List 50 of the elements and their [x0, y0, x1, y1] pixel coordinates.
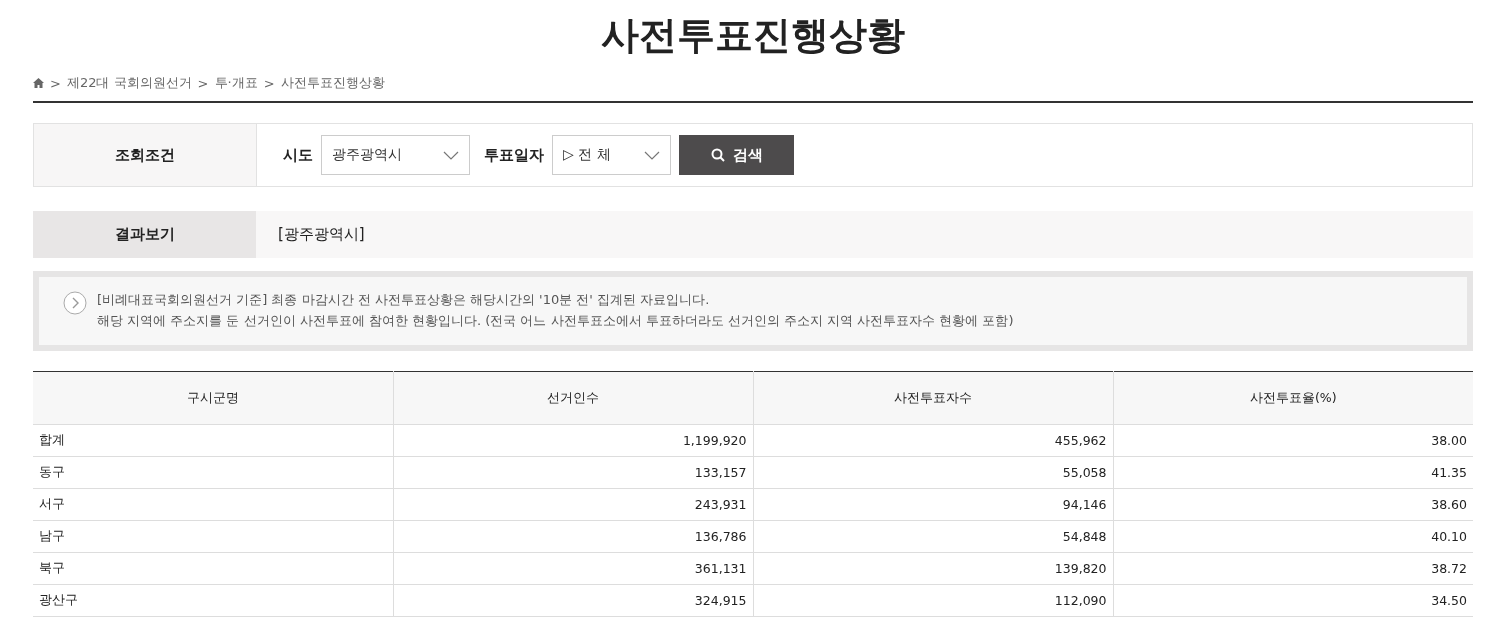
breadcrumb-separator: > [50, 75, 61, 91]
table-cell: 139,820 [753, 552, 1113, 585]
table-cell: 38.72 [1113, 552, 1473, 585]
table-cell: 243,931 [393, 488, 753, 521]
table-cell: 55,058 [753, 456, 1113, 489]
table-cell: 361,131 [393, 552, 753, 585]
notice-text: 해당 지역에 주소지를 둔 선거인이 사전투표에 참여한 현황입니다. (전국 어느 사전투표소에서 투표하더라도 선거인의 주소지 지역 사전투표자수 현황에 포함) [97, 312, 1014, 329]
table-cell: 94,146 [753, 488, 1113, 521]
chevron-down-icon [443, 150, 459, 160]
search-icon [710, 148, 725, 162]
column-header: 선거인수 [393, 371, 753, 425]
field-label: 시도 [283, 145, 313, 165]
table-cell: 38.60 [1113, 488, 1473, 521]
breadcrumb-link[interactable]: 투·개표 [214, 74, 258, 92]
table-cell: 1,199,920 [393, 424, 753, 457]
table-cell: 54,848 [753, 520, 1113, 553]
table-cell: 324,915 [393, 584, 753, 617]
table-cell: 136,786 [393, 520, 753, 553]
search-condition-label: 조회조건 [34, 124, 257, 186]
table-cell: 455,962 [753, 424, 1113, 457]
table-cell: 40.10 [1113, 520, 1473, 553]
chevron-circle-icon [63, 291, 87, 315]
breadcrumb-link[interactable]: 사전투표진행상황 [280, 74, 385, 92]
page-title: 사전투표진행상황 [601, 12, 905, 59]
table-cell: 서구 [33, 488, 393, 521]
table-cell: 남구 [33, 520, 393, 553]
table-cell: 광산구 [33, 584, 393, 617]
notice-text: [비례대표국회의원선거 기준] 최종 마감시간 전 사전투표상황은 해당시간의 '10분 전' 집계된 자료입니다. [97, 291, 711, 308]
search-button[interactable]: 검색 [679, 135, 794, 175]
breadcrumb-separator: > [263, 75, 275, 91]
result-label: 결과보기 [33, 211, 256, 258]
table-cell: 동구 [33, 456, 393, 489]
table-cell: 38.00 [1113, 424, 1473, 457]
breadcrumb-link[interactable]: 제22대 국회의원선거 [66, 74, 192, 92]
table-cell: 북구 [33, 552, 393, 585]
dropdown[interactable]: ▷ 전 체 [552, 135, 671, 175]
table-cell: 41.35 [1113, 456, 1473, 489]
home-icon[interactable] [33, 78, 44, 88]
table-cell: 112,090 [753, 584, 1113, 617]
column-header: 사전투표율(%) [1113, 371, 1473, 425]
table-cell: 133,157 [393, 456, 753, 489]
chevron-down-icon [644, 150, 660, 160]
column-header: 구시군명 [33, 371, 393, 425]
field-label: 투표일자 [484, 145, 544, 165]
table-cell: 34.50 [1113, 584, 1473, 617]
table-cell: 합계 [33, 424, 393, 457]
column-header: 사전투표자수 [753, 371, 1113, 425]
result-region: [광주광역시] [278, 225, 365, 244]
dropdown[interactable]: 광주광역시 [321, 135, 470, 175]
breadcrumb-separator: > [197, 75, 209, 91]
